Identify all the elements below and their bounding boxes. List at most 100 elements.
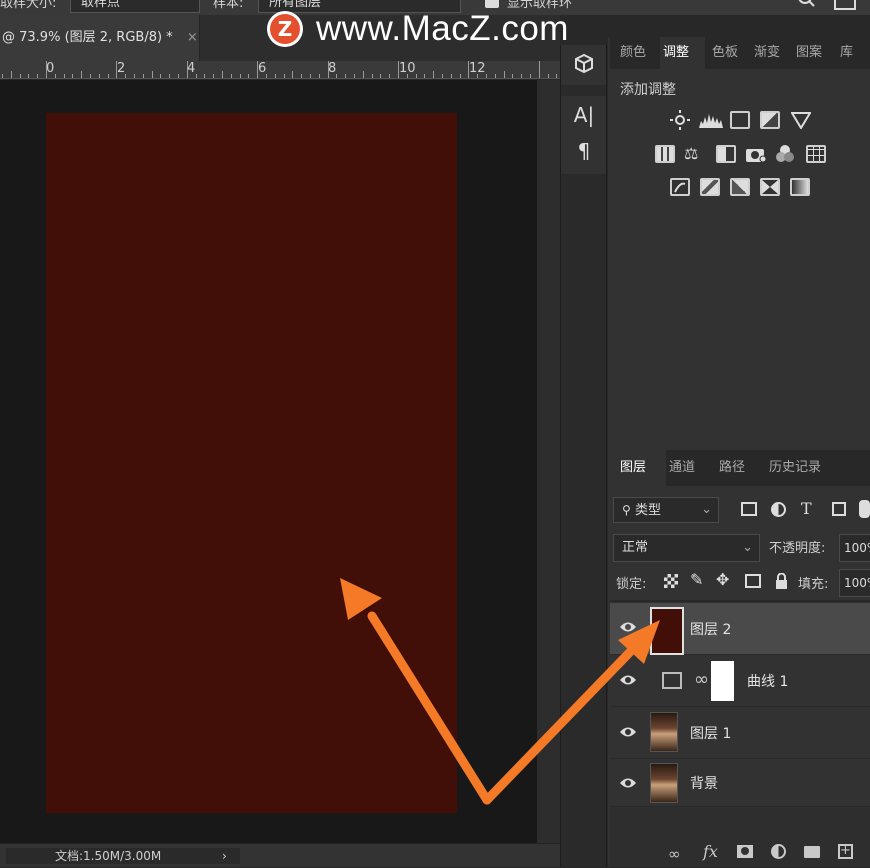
ruler-tick <box>371 74 373 78</box>
photo-filter-icon[interactable] <box>745 144 767 164</box>
layer-name[interactable]: 图层 1 <box>690 723 731 743</box>
ruler-tick <box>301 74 303 78</box>
document-tab[interactable]: @ 73.9% (图层 2, RGB/8) * × <box>0 15 200 61</box>
paragraph-panel-icon[interactable]: ¶ <box>572 139 596 163</box>
watermark-text: www.MacZ.com <box>316 9 569 48</box>
workspace-icon[interactable] <box>834 0 856 10</box>
tab-channels[interactable]: 通道 <box>669 450 715 486</box>
layer-row-layer-1[interactable]: 图层 1 <box>610 708 870 759</box>
layer-filter-label: 类型 <box>634 503 661 518</box>
lock-transparent-icon[interactable] <box>664 574 678 588</box>
lock-artboard-icon[interactable] <box>745 574 761 588</box>
threshold-icon[interactable] <box>730 178 750 196</box>
visibility-eye-icon[interactable] <box>620 777 636 789</box>
opacity-label: 不透明度: <box>769 541 826 556</box>
curves-icon[interactable] <box>730 111 750 129</box>
add-mask-icon[interactable] <box>737 845 753 858</box>
new-layer-icon[interactable]: + <box>838 844 853 859</box>
ruler-label: 4 <box>187 61 196 76</box>
lock-pixels-brush-icon[interactable]: ✎ <box>690 570 703 589</box>
vibrance-icon[interactable] <box>790 111 812 130</box>
ruler-tick <box>283 74 285 78</box>
document-tab-close[interactable]: × <box>187 30 198 45</box>
layer-row-layer-2[interactable]: 图层 2 <box>610 603 870 655</box>
ruler-tick <box>336 74 338 78</box>
tab-patterns[interactable]: 图案 <box>796 37 836 69</box>
ruler-tick <box>213 74 215 78</box>
horizontal-ruler: 0 2 4 6 8 10 12 <box>0 61 560 79</box>
layer-mask-thumbnail[interactable] <box>711 661 734 701</box>
watermark-z-letter: Z <box>270 14 300 44</box>
tab-adjustments[interactable]: 调整 <box>660 37 705 69</box>
layer-name[interactable]: 图层 2 <box>690 619 731 639</box>
invert-icon[interactable] <box>670 178 690 196</box>
lock-position-move-icon[interactable]: ✥ <box>716 570 729 589</box>
layer-style-fx-icon[interactable]: fx <box>703 842 718 861</box>
ruler-label: 2 <box>117 61 126 76</box>
tab-gradients[interactable]: 渐变 <box>754 37 794 69</box>
tab-color[interactable]: 颜色 <box>620 37 662 69</box>
selective-color-icon[interactable] <box>760 178 780 196</box>
new-group-folder-icon[interactable] <box>804 846 820 858</box>
ruler-tick <box>459 74 461 78</box>
sample-size-select[interactable]: 取样点 <box>70 0 200 13</box>
visibility-eye-icon[interactable] <box>620 621 636 633</box>
link-layers-icon[interactable]: ∞ <box>668 845 681 863</box>
fill-input[interactable]: 100% <box>839 569 870 597</box>
sample-value: 所有图层 <box>269 0 322 10</box>
layer-photo-thumbnail <box>650 763 678 803</box>
ruler-tick <box>521 74 523 78</box>
ruler-tick <box>477 74 479 78</box>
document-canvas[interactable] <box>46 113 457 813</box>
tab-history[interactable]: 历史记录 <box>769 450 849 486</box>
color-lookup-icon[interactable] <box>806 145 826 163</box>
visibility-eye-icon[interactable] <box>620 674 636 686</box>
ruler-tick <box>204 74 206 78</box>
layer-filter-select[interactable]: ⚲ 类型 ⌄ <box>613 497 719 523</box>
new-adjustment-layer-icon[interactable] <box>771 844 786 859</box>
lock-all-icon[interactable] <box>775 572 788 589</box>
link-chain-icon[interactable]: ∞ <box>694 669 709 690</box>
hue-saturation-icon[interactable] <box>655 145 675 163</box>
tab-layers[interactable]: 图层 <box>610 450 666 486</box>
tab-paths[interactable]: 路径 <box>719 450 765 486</box>
filter-type-icon[interactable]: T <box>801 499 812 518</box>
color-balance-icon[interactable]: ⚖ <box>684 144 708 164</box>
tab-libraries[interactable]: 库 <box>840 37 870 69</box>
exposure-icon[interactable] <box>760 111 780 129</box>
filter-smart-object-icon[interactable] <box>859 500 870 518</box>
layers-divider <box>610 600 870 602</box>
black-white-icon[interactable] <box>716 145 736 163</box>
levels-icon[interactable] <box>698 111 724 129</box>
ruler-tick <box>512 74 514 78</box>
vertical-scrollbar[interactable] <box>537 80 560 843</box>
brightness-contrast-icon[interactable] <box>670 110 690 130</box>
filter-pixel-icon[interactable] <box>741 502 757 516</box>
ruler-tick <box>125 74 127 78</box>
layer-name[interactable]: 曲线 1 <box>747 671 788 691</box>
ruler-tick <box>230 74 232 78</box>
layer-row-background[interactable]: 背景 <box>610 759 870 807</box>
search-icon[interactable] <box>796 0 816 10</box>
status-menu-arrow[interactable]: › <box>222 844 227 868</box>
layer-row-curves-1[interactable]: ∞ 曲线 1 <box>610 656 870 707</box>
layer-name[interactable]: 背景 <box>690 773 718 793</box>
3d-cube-icon[interactable] <box>572 52 596 76</box>
visibility-eye-icon[interactable] <box>620 726 636 738</box>
ruler-tick <box>239 74 241 78</box>
filter-shape-icon[interactable] <box>832 502 846 516</box>
posterize-icon[interactable] <box>700 178 720 196</box>
curves-adjustment-icon <box>662 672 682 689</box>
character-panel-icon[interactable]: A| <box>572 103 596 127</box>
filter-adjustment-icon[interactable] <box>771 502 786 517</box>
ruler-tick <box>292 71 294 78</box>
opacity-input[interactable]: 100% <box>839 534 870 562</box>
channel-mixer-icon[interactable] <box>775 144 795 164</box>
tab-swatches[interactable]: 色板 <box>712 37 752 69</box>
show-ring-checkbox[interactable] <box>485 0 499 8</box>
ruler-tick <box>424 74 426 78</box>
ruler-tick <box>547 74 549 78</box>
gradient-map-icon[interactable] <box>790 178 810 196</box>
ruler-tick <box>345 74 347 78</box>
blend-mode-select[interactable]: 正常 ⌄ <box>613 534 760 562</box>
